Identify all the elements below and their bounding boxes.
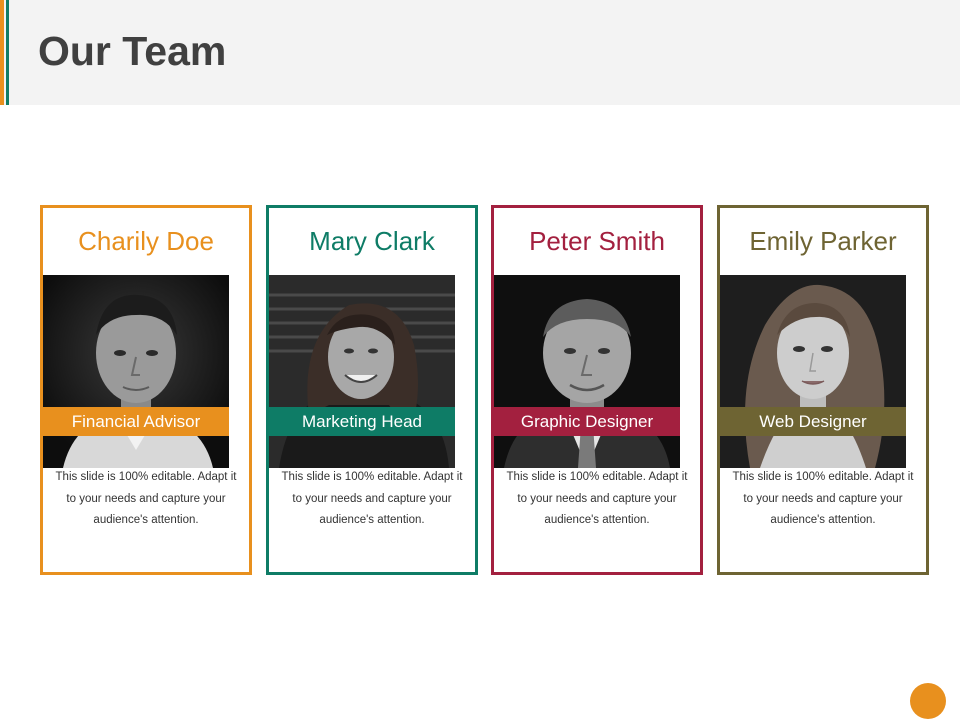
member-name: Peter Smith — [529, 226, 665, 256]
slide-title: Our Team — [38, 28, 227, 74]
member-name: Mary Clark — [309, 226, 435, 256]
member-role-label: Marketing Head — [269, 407, 455, 436]
member-photo — [494, 275, 680, 468]
member-role-label: Financial Advisor — [43, 407, 229, 436]
header-accent-bar-green — [6, 0, 9, 105]
member-photo — [43, 275, 229, 468]
portrait-older-man-icon — [494, 275, 680, 468]
member-name: Emily Parker — [749, 226, 897, 256]
member-role-label: Graphic Designer — [494, 407, 680, 436]
member-description: This slide is 100% editable. Adapt it to… — [55, 471, 237, 526]
team-card-emily-parker: Emily Parker Web Designer This slide is … — [717, 205, 929, 575]
member-description: This slide is 100% editable. Adapt it to… — [281, 471, 463, 526]
team-card-mary-clark: Mary Clark Marketing Head This slide is … — [266, 205, 478, 575]
member-description: This slide is 100% editable. Adapt it to… — [732, 471, 914, 526]
member-name: Charily Doe — [78, 226, 214, 256]
slide-header: Our Team — [0, 0, 960, 105]
portrait-young-man-icon — [43, 275, 229, 468]
portrait-woman-icon — [720, 275, 906, 468]
portrait-smiling-woman-icon — [269, 275, 455, 468]
member-photo — [720, 275, 906, 468]
team-card-charily-doe: Charily Doe Financial Advisor This slide… — [40, 205, 252, 575]
member-role-label: Web Designer — [720, 407, 906, 436]
team-card-peter-smith: Peter Smith Graphic Designer This slide … — [491, 205, 703, 575]
member-photo — [269, 275, 455, 468]
member-description: This slide is 100% editable. Adapt it to… — [506, 471, 688, 526]
header-accent-bar-orange — [0, 0, 4, 105]
slide-number-badge — [910, 683, 946, 719]
